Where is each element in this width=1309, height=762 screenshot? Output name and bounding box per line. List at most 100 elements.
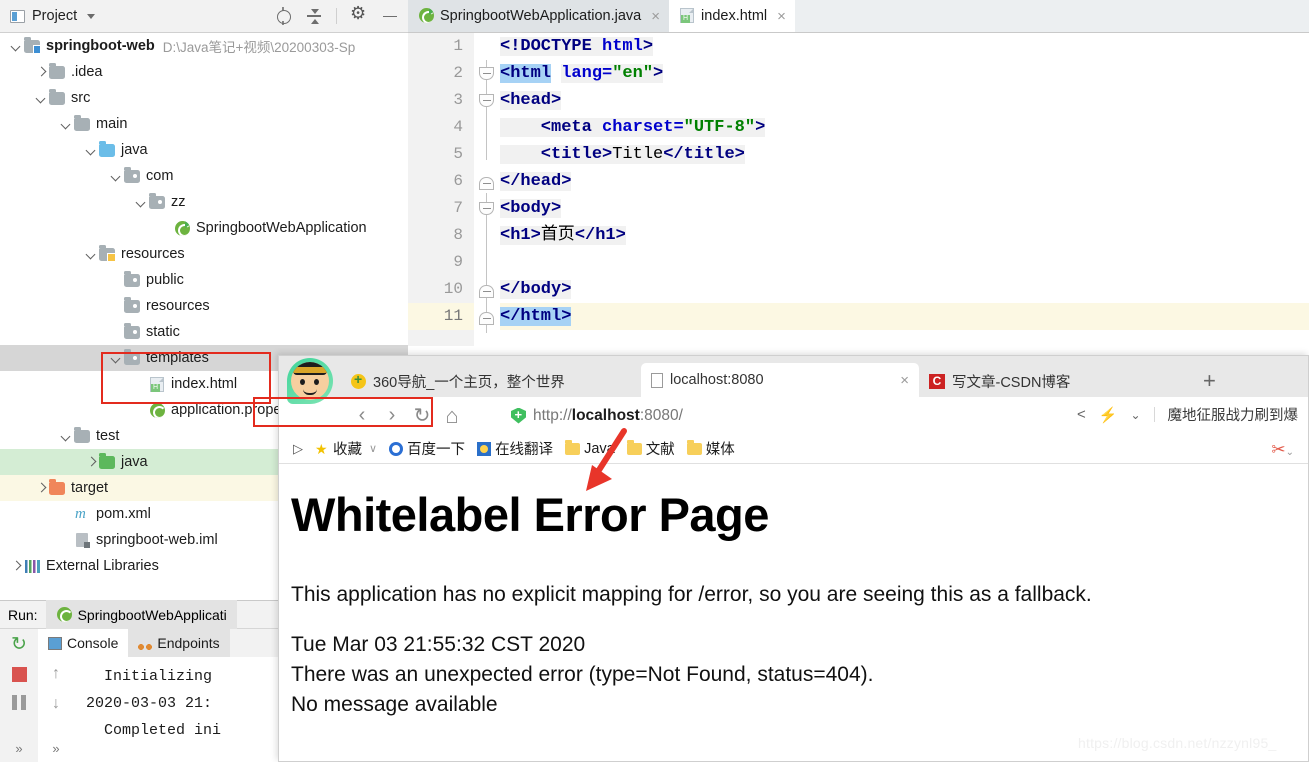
scissors-icon[interactable]: ✂⌄: [1271, 440, 1294, 460]
line-number: 2: [453, 64, 463, 82]
bookmark-2[interactable]: 百度一下: [389, 438, 465, 459]
chevron-down-icon[interactable]: [83, 142, 99, 158]
code-folding-column[interactable]: [474, 33, 500, 346]
chevron-down-icon[interactable]: [133, 194, 149, 210]
lightning-icon[interactable]: ⚡: [1099, 406, 1118, 424]
rerun-icon[interactable]: ↻: [11, 635, 27, 654]
tree-node-src[interactable]: src: [0, 85, 408, 111]
tree-node-icon: [149, 403, 166, 418]
pause-icon[interactable]: [12, 695, 26, 710]
collapse-all-icon[interactable]: [305, 7, 323, 25]
bookmark-1[interactable]: ★ 收藏 ∨: [315, 438, 377, 459]
stop-icon[interactable]: [11, 667, 27, 682]
tree-node-label: zz: [171, 194, 186, 210]
share-icon[interactable]: <: [1077, 406, 1086, 423]
tree-node-java[interactable]: java: [0, 137, 408, 163]
tree-node-resources[interactable]: resources: [0, 241, 408, 267]
tree-node-label: java: [121, 454, 148, 470]
chevron-down-icon[interactable]: ⌄: [1130, 408, 1140, 422]
tree-node-main[interactable]: main: [0, 111, 408, 137]
chevron-down-icon[interactable]: [87, 13, 96, 19]
browser-tab-2[interactable]: localhost:8080 ×: [641, 363, 919, 397]
forward-button[interactable]: ›: [377, 401, 407, 431]
tree-node-icon: [49, 63, 66, 79]
code-editor[interactable]: 1 2 3 4 5 6 7 8 9 10 11 <!DOCTYPE html> <html lang=…: [408, 33, 1309, 346]
close-icon[interactable]: ×: [651, 9, 660, 24]
minimize-icon[interactable]: [381, 7, 399, 25]
bookmark-4[interactable]: Java: [565, 440, 615, 457]
run-tab-endpoints[interactable]: Endpoints: [128, 629, 230, 657]
chevron-down-icon[interactable]: [33, 90, 49, 106]
ad-text[interactable]: 魔地征服战力刷到爆: [1168, 404, 1299, 425]
close-icon[interactable]: ×: [900, 372, 909, 389]
chevron-down-icon[interactable]: [58, 428, 74, 444]
tree-node-zz[interactable]: zz: [0, 189, 408, 215]
run-tab-label: Endpoints: [157, 635, 220, 651]
locate-icon[interactable]: [274, 7, 292, 25]
chevron-down-icon[interactable]: [58, 116, 74, 132]
fold-marker-open[interactable]: [479, 67, 494, 80]
chevron-right-icon[interactable]: [83, 454, 99, 470]
close-icon[interactable]: ×: [777, 9, 786, 24]
address-bar[interactable]: http://localhost:8080/: [511, 403, 951, 428]
page-icon: [651, 372, 663, 388]
fold-marker-close[interactable]: [479, 312, 494, 325]
expand-more-icon[interactable]: »: [52, 741, 59, 756]
code-content[interactable]: <!DOCTYPE html> <html lang="en"> <head> <m…: [500, 33, 1309, 346]
home-button[interactable]: ⌂: [437, 401, 467, 431]
star-folder-icon: ★: [315, 440, 328, 457]
tree-node-label: main: [96, 116, 128, 132]
chevron-right-icon[interactable]: [33, 480, 49, 496]
chevron-down-icon[interactable]: [108, 168, 124, 184]
browser-tab-1[interactable]: 360导航_一个主页，整个世界: [341, 365, 641, 397]
url-text[interactable]: http://localhost:8080/: [533, 407, 683, 425]
browser-tab-label: localhost:8080: [670, 372, 764, 388]
chevron-right-icon[interactable]: [8, 558, 24, 574]
code-token: "UTF-8": [683, 118, 756, 137]
tree-node-static[interactable]: static: [0, 319, 408, 345]
tree-node-com[interactable]: com: [0, 163, 408, 189]
tree-node-resources[interactable]: resources: [0, 293, 408, 319]
up-arrow-icon[interactable]: ↑: [52, 665, 60, 683]
chevron-right-icon[interactable]: [33, 64, 49, 80]
avatar[interactable]: [287, 358, 335, 406]
chevron-down-icon[interactable]: ∨: [369, 442, 377, 455]
fold-marker-open[interactable]: [479, 202, 494, 215]
fold-marker-close[interactable]: [479, 285, 494, 298]
chevron-down-icon[interactable]: [108, 350, 124, 366]
bookmark-5[interactable]: 文献: [626, 438, 675, 459]
tree-node-springboot-web[interactable]: springboot-web D:\Java笔记+视频\20200303-Sp: [0, 33, 408, 59]
code-line: <h1>首页</h1>: [500, 222, 1309, 249]
bookmark-6[interactable]: 媒体: [686, 438, 735, 459]
tree-node-icon: [149, 193, 166, 209]
browser-tab-3[interactable]: C 写文章-CSDN博客: [919, 365, 1189, 397]
error-detail-lines: Tue Mar 03 21:55:32 CST 2020 There was an…: [291, 630, 1296, 720]
tree-node-label: resources: [121, 246, 185, 262]
editor-tab-springbootwebapplication-java[interactable]: SpringbootWebApplication.java ×: [408, 0, 670, 32]
new-tab-button[interactable]: +: [1189, 365, 1230, 397]
fold-marker-open[interactable]: [479, 94, 494, 107]
gear-icon[interactable]: [350, 4, 368, 25]
reload-button[interactable]: ↻: [407, 401, 437, 431]
spring-icon: [56, 606, 72, 622]
tree-node-public[interactable]: public: [0, 267, 408, 293]
chevron-down-icon[interactable]: [83, 246, 99, 262]
tree-node-label: target: [71, 480, 109, 496]
expand-more-icon[interactable]: »: [15, 741, 22, 756]
down-arrow-icon[interactable]: ↓: [52, 695, 60, 713]
chevron-down-icon[interactable]: [8, 38, 24, 54]
tree-node--idea[interactable]: .idea: [0, 59, 408, 85]
editor-tab-index-html[interactable]: index.html ×: [669, 0, 795, 32]
avatar-eye-right: [314, 379, 319, 385]
run-tab-console[interactable]: Console: [38, 629, 129, 657]
folder-icon: [74, 115, 90, 131]
tree-node-springbootwebapplication[interactable]: SpringbootWebApplication: [0, 215, 408, 241]
back-button[interactable]: ‹: [347, 401, 377, 431]
bookmark-label: Java: [584, 440, 615, 457]
run-config-name[interactable]: SpringbootWebApplicati: [78, 607, 227, 623]
expand-bookmarks-icon[interactable]: ▷: [293, 441, 303, 457]
bookmark-3[interactable]: 在线翻译: [477, 438, 553, 459]
fold-marker-close[interactable]: [479, 177, 494, 190]
